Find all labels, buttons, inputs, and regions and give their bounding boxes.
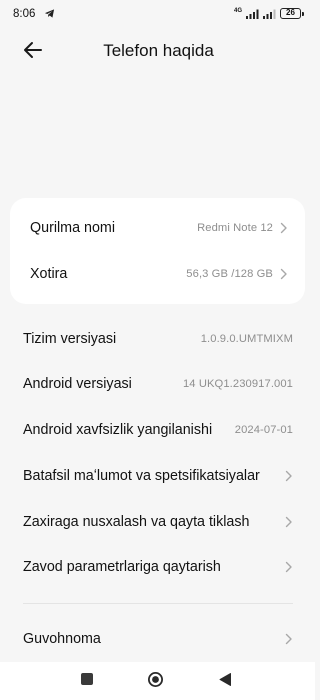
chevron-right-icon [285,470,292,482]
factory-reset-row[interactable]: Zavod parametrlariga qaytarish [0,544,315,590]
detailed-specs-label: Batafsil maʻlumot va spetsifikatsiyalar [23,468,260,484]
page-title: Telefon haqida [103,41,214,60]
chevron-right-icon [285,633,292,645]
security-update-row[interactable]: Android xavfsizlik yangilanishi 2024-07-… [0,407,315,453]
certification-label: Guvohnoma [23,631,101,647]
status-bar: 8:06 4G 26 [0,0,315,30]
storage-row[interactable]: Xotira 56,3 GB /128 GB [10,251,305,297]
section-divider [23,603,293,604]
status-indicators: 4G 26 [233,7,304,19]
chevron-right-icon [280,222,287,234]
android-version-value: 14 UKQ1.230917.001 [182,378,293,390]
signal-icon [246,9,259,19]
chevron-right-icon [285,516,292,528]
factory-reset-label: Zavod parametrlariga qaytarish [23,559,221,575]
security-update-label: Android xavfsizlik yangilanishi [23,422,213,438]
detailed-specs-row[interactable]: Batafsil maʻlumot va spetsifikatsiyalar [0,453,315,499]
device-name-value: Redmi Note 12 [197,222,273,234]
certification-row[interactable]: Guvohnoma [0,616,315,662]
system-version-row[interactable]: Tizim versiyasi 1.0.9.0.UMTMIXM [0,316,315,362]
device-info-card: Qurilma nomi Redmi Note 12 Xotira 56,3 G… [10,198,305,304]
battery-icon: 26 [280,8,304,19]
system-version-value: 1.0.9.0.UMTMIXM [200,333,293,345]
device-name-label: Qurilma nomi [30,220,116,236]
system-version-label: Tizim versiyasi [23,331,117,347]
network-type-label: 4G [233,7,242,14]
home-circle-icon[interactable] [147,671,164,688]
telegram-icon [44,9,55,18]
status-time: 8:06 [13,8,36,20]
signal-icon-secondary [263,9,276,19]
backup-restore-label: Zaxiraga nusxalash va qayta tiklash [23,514,250,530]
storage-value: 56,3 GB /128 GB [186,268,273,280]
chevron-right-icon [280,268,287,280]
recent-apps-square-icon[interactable] [81,673,93,685]
storage-label: Xotira [30,266,68,282]
backup-restore-row[interactable]: Zaxiraga nusxalash va qayta tiklash [0,499,315,545]
chevron-right-icon [285,561,292,573]
android-version-label: Android versiyasi [23,376,132,392]
back-triangle-icon[interactable] [218,672,232,687]
android-version-row[interactable]: Android versiyasi 14 UKQ1.230917.001 [0,361,315,407]
device-name-row[interactable]: Qurilma nomi Redmi Note 12 [10,205,305,251]
system-nav-bar [0,662,315,700]
security-update-value: 2024-07-01 [234,424,293,436]
